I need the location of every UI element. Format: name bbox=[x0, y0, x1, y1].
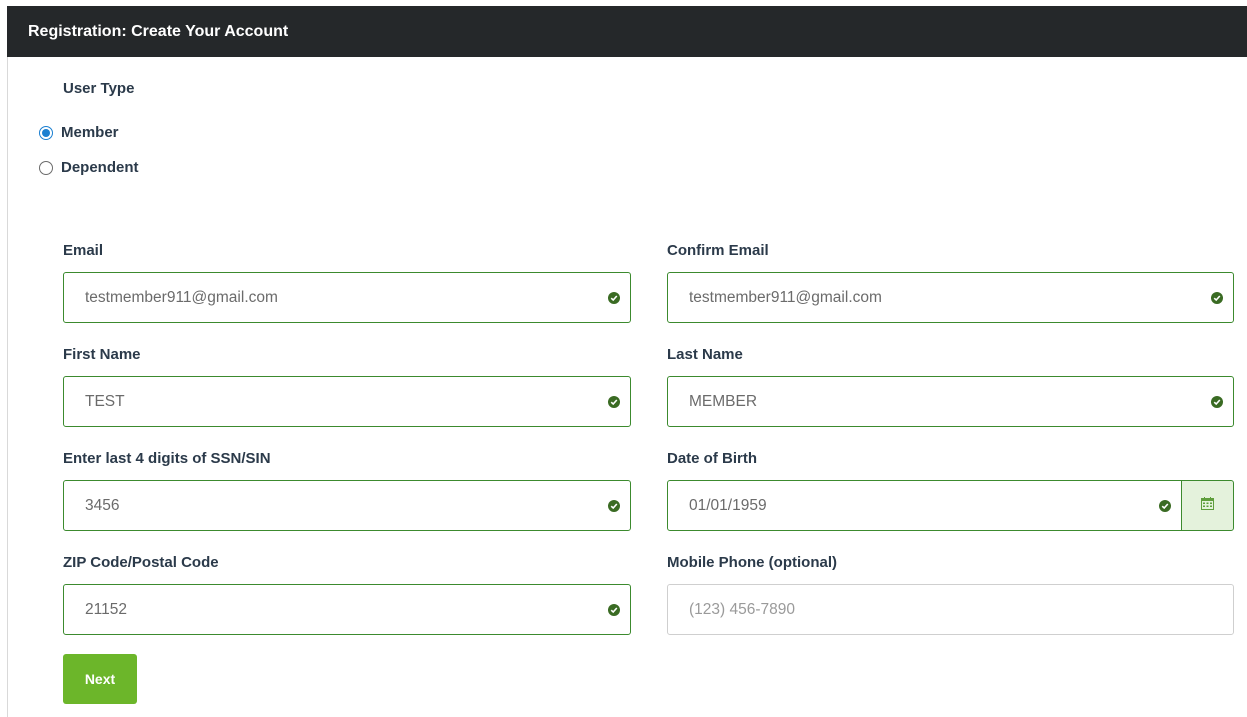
last-name-label: Last Name bbox=[667, 346, 743, 363]
first-name-field[interactable] bbox=[85, 377, 608, 426]
check-circle-icon bbox=[1211, 395, 1223, 408]
dob-label: Date of Birth bbox=[667, 450, 757, 467]
radio-member-label: Member bbox=[61, 124, 119, 141]
ssn-label: Enter last 4 digits of SSN/SIN bbox=[63, 450, 271, 467]
radio-dependent[interactable]: Dependent bbox=[39, 159, 139, 176]
radio-dependent-label: Dependent bbox=[61, 159, 139, 176]
next-button[interactable]: Next bbox=[63, 654, 137, 704]
dob-field[interactable] bbox=[689, 481, 1159, 530]
check-circle-icon bbox=[608, 291, 620, 304]
last-name-field-wrapper bbox=[667, 376, 1234, 427]
zip-field[interactable] bbox=[85, 585, 608, 634]
mobile-phone-label: Mobile Phone (optional) bbox=[667, 554, 837, 571]
confirm-email-label: Confirm Email bbox=[667, 242, 769, 259]
check-circle-icon bbox=[608, 499, 620, 512]
mobile-phone-field[interactable] bbox=[689, 585, 1233, 634]
page-header: Registration: Create Your Account bbox=[7, 6, 1247, 57]
first-name-label: First Name bbox=[63, 346, 141, 363]
radio-dependent-circle[interactable] bbox=[39, 160, 53, 175]
first-name-field-wrapper bbox=[63, 376, 631, 427]
radio-member-circle[interactable] bbox=[39, 125, 53, 140]
registration-page: Registration: Create Your Account User T… bbox=[0, 0, 1247, 717]
email-label: Email bbox=[63, 242, 104, 259]
ssn-field-wrapper bbox=[63, 480, 631, 531]
radio-member[interactable]: Member bbox=[39, 124, 119, 141]
user-type-label: User Type bbox=[63, 80, 135, 97]
check-circle-icon bbox=[608, 603, 620, 616]
page-title: Registration: Create Your Account bbox=[28, 23, 289, 40]
ssn-field[interactable] bbox=[85, 481, 608, 530]
check-circle-icon bbox=[1211, 291, 1223, 304]
calendar-icon bbox=[1201, 496, 1214, 515]
zip-field-wrapper bbox=[63, 584, 631, 635]
dob-field-wrapper bbox=[667, 480, 1182, 531]
email-field-wrapper bbox=[63, 272, 631, 323]
calendar-button[interactable] bbox=[1181, 480, 1234, 531]
zip-label: ZIP Code/Postal Code bbox=[63, 554, 219, 571]
check-circle-icon bbox=[608, 395, 620, 408]
confirm-email-field-wrapper bbox=[667, 272, 1234, 323]
last-name-field[interactable] bbox=[689, 377, 1211, 426]
confirm-email-field[interactable] bbox=[689, 273, 1211, 322]
email-field[interactable] bbox=[85, 273, 608, 322]
mobile-phone-field-wrapper bbox=[667, 584, 1234, 635]
panel-border bbox=[7, 57, 8, 717]
check-circle-icon bbox=[1159, 499, 1171, 512]
